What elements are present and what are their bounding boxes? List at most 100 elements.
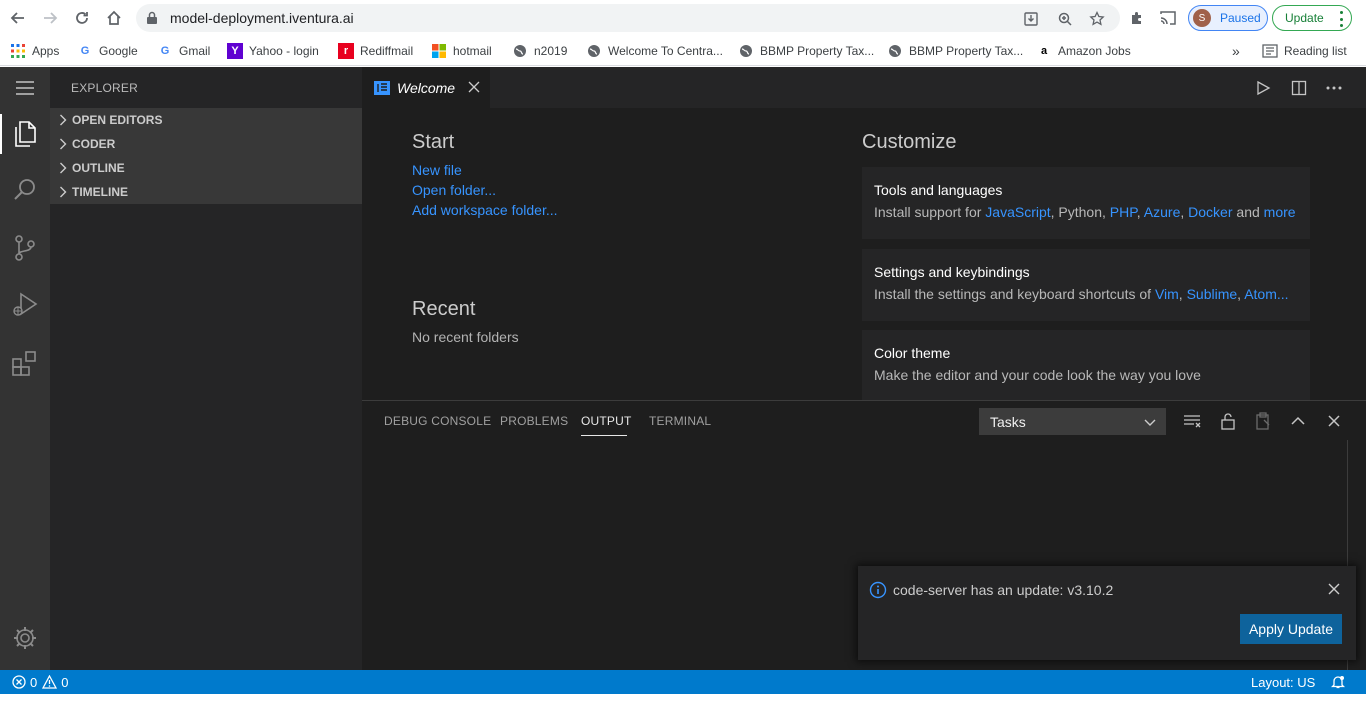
reading-list-button[interactable]: Reading list	[1262, 41, 1347, 61]
php-link[interactable]: PHP	[1110, 204, 1137, 220]
home-icon	[107, 10, 121, 25]
more-link[interactable]: more	[1264, 204, 1296, 220]
chrome-update-button[interactable]: Update	[1272, 5, 1352, 31]
card-tools-languages[interactable]: Tools and languages Install support for …	[862, 167, 1310, 239]
bookmark-welcome-centra[interactable]: Welcome To Centra...	[586, 41, 723, 61]
section-outline[interactable]: OUTLINE	[50, 157, 362, 179]
welcome-editor: Start New file Open folder... Add worksp…	[362, 108, 1366, 400]
profile-button[interactable]: S Paused	[1188, 5, 1268, 31]
section-open-editors[interactable]: OPEN EDITORS	[50, 109, 362, 131]
keyboard-layout-status[interactable]: Layout: US	[1251, 674, 1315, 690]
lock-icon	[147, 11, 157, 24]
open-folder-link[interactable]: Open folder...	[412, 182, 496, 198]
run-debug-icon[interactable]	[9, 288, 41, 320]
bookmark-label: BBMP Property Tax...	[909, 44, 1024, 58]
explorer-files-icon[interactable]	[9, 118, 41, 150]
bookmark-label: hotmail	[453, 44, 492, 58]
welcome-page-icon	[374, 80, 390, 95]
bookmark-google[interactable]: G Google	[77, 41, 138, 61]
kebab-menu-icon	[1339, 11, 1343, 27]
rediff-icon: r	[338, 43, 354, 59]
tab-problems[interactable]: PROBLEMS	[500, 414, 568, 428]
run-icon[interactable]	[1253, 78, 1273, 98]
customize-heading: Customize	[862, 131, 957, 153]
error-count: 0	[30, 674, 38, 690]
bookmark-star-icon[interactable]	[1088, 10, 1106, 28]
error-icon	[12, 675, 26, 689]
reload-icon	[76, 12, 88, 24]
warning-icon	[42, 675, 58, 689]
arrow-right-icon	[44, 12, 58, 24]
section-coder[interactable]: CODER	[50, 133, 362, 155]
docker-link[interactable]: Docker	[1188, 204, 1232, 220]
search-icon[interactable]	[9, 174, 41, 206]
split-editor-icon[interactable]	[1289, 78, 1309, 98]
bookmark-bbmp-2[interactable]: BBMP Property Tax...	[887, 41, 1023, 61]
bookmarks-bar: Apps G Google G Gmail Y Yahoo - login r …	[0, 36, 1366, 66]
bookmark-gmail[interactable]: G Gmail	[157, 41, 211, 61]
close-icon[interactable]	[466, 79, 482, 95]
home-button[interactable]	[102, 6, 126, 30]
globe-icon	[887, 43, 903, 59]
menu-icon[interactable]	[9, 72, 41, 104]
zoom-icon[interactable]	[1056, 10, 1074, 28]
new-file-link[interactable]: New file	[412, 162, 462, 178]
more-bookmarks-button[interactable]: »	[1232, 41, 1240, 61]
card-color-theme[interactable]: Color theme Make the editor and your cod…	[862, 330, 1310, 400]
bookmark-hotmail[interactable]: hotmail	[431, 41, 492, 61]
bookmark-bbmp-1[interactable]: BBMP Property Tax...	[738, 41, 874, 61]
extensions-icon[interactable]	[9, 347, 41, 379]
reload-button[interactable]	[70, 6, 94, 30]
card-settings-keybindings[interactable]: Settings and keybindings Install the set…	[862, 249, 1310, 321]
unlock-scroll-icon[interactable]	[1218, 411, 1238, 431]
notifications-bell-icon[interactable]	[1331, 674, 1345, 690]
open-log-icon[interactable]	[1253, 411, 1273, 431]
tab-welcome[interactable]: Welcome	[362, 67, 490, 108]
active-indicator	[0, 114, 2, 154]
bookmark-rediffmail[interactable]: r Rediffmail	[338, 41, 413, 61]
close-panel-icon[interactable]	[1324, 411, 1344, 431]
problems-status[interactable]: 0 0	[12, 674, 68, 690]
close-icon[interactable]	[1326, 581, 1342, 597]
section-label: OPEN EDITORS	[72, 113, 163, 127]
add-workspace-folder-link[interactable]: Add workspace folder...	[412, 202, 558, 218]
vim-link[interactable]: Vim	[1155, 286, 1179, 302]
address-bar[interactable]: model-deployment.iventura.ai	[136, 4, 1120, 32]
tab-output[interactable]: OUTPUT	[581, 414, 632, 428]
bookmark-label: Rediffmail	[360, 44, 414, 58]
forward-button[interactable]	[38, 6, 62, 30]
bookmark-yahoo[interactable]: Y Yahoo - login	[227, 41, 319, 61]
javascript-link[interactable]: JavaScript	[985, 204, 1050, 220]
atom-link[interactable]: Atom...	[1244, 286, 1288, 302]
install-icon[interactable]	[1022, 10, 1040, 28]
bookmark-amazon-jobs[interactable]: a Amazon Jobs	[1036, 41, 1131, 61]
source-control-icon[interactable]	[9, 232, 41, 264]
avatar: S	[1193, 9, 1211, 27]
azure-link[interactable]: Azure	[1144, 204, 1181, 220]
tab-terminal[interactable]: TERMINAL	[649, 414, 711, 428]
bookmark-apps[interactable]: Apps	[10, 41, 59, 61]
extensions-puzzle-icon[interactable]	[1127, 8, 1147, 28]
update-notification: code-server has an update: v3.10.2 Apply…	[858, 566, 1356, 660]
bookmark-n2019[interactable]: n2019	[512, 41, 567, 61]
output-channel-select[interactable]: Tasks	[979, 408, 1166, 435]
bookmark-label: Welcome To Centra...	[608, 44, 723, 58]
update-label: Update	[1285, 11, 1324, 25]
sublime-link[interactable]: Sublime	[1187, 286, 1238, 302]
sidebar-title: EXPLORER	[71, 81, 138, 95]
maximize-panel-icon[interactable]	[1288, 411, 1308, 431]
clear-output-icon[interactable]	[1182, 411, 1202, 431]
card-title: Tools and languages	[874, 182, 1003, 198]
activity-bar	[0, 67, 50, 670]
warning-count: 0	[61, 674, 69, 690]
notification-message: code-server has an update: v3.10.2	[893, 582, 1114, 598]
tab-debug-console[interactable]: DEBUG CONSOLE	[384, 414, 491, 428]
more-actions-icon[interactable]	[1324, 78, 1344, 98]
apply-update-button[interactable]: Apply Update	[1240, 614, 1342, 644]
section-timeline[interactable]: TIMELINE	[50, 181, 362, 203]
section-label: CODER	[72, 137, 116, 151]
apps-grid-icon	[10, 43, 26, 59]
back-button[interactable]	[6, 6, 30, 30]
cast-icon[interactable]	[1158, 8, 1178, 28]
settings-gear-icon[interactable]	[9, 622, 41, 654]
